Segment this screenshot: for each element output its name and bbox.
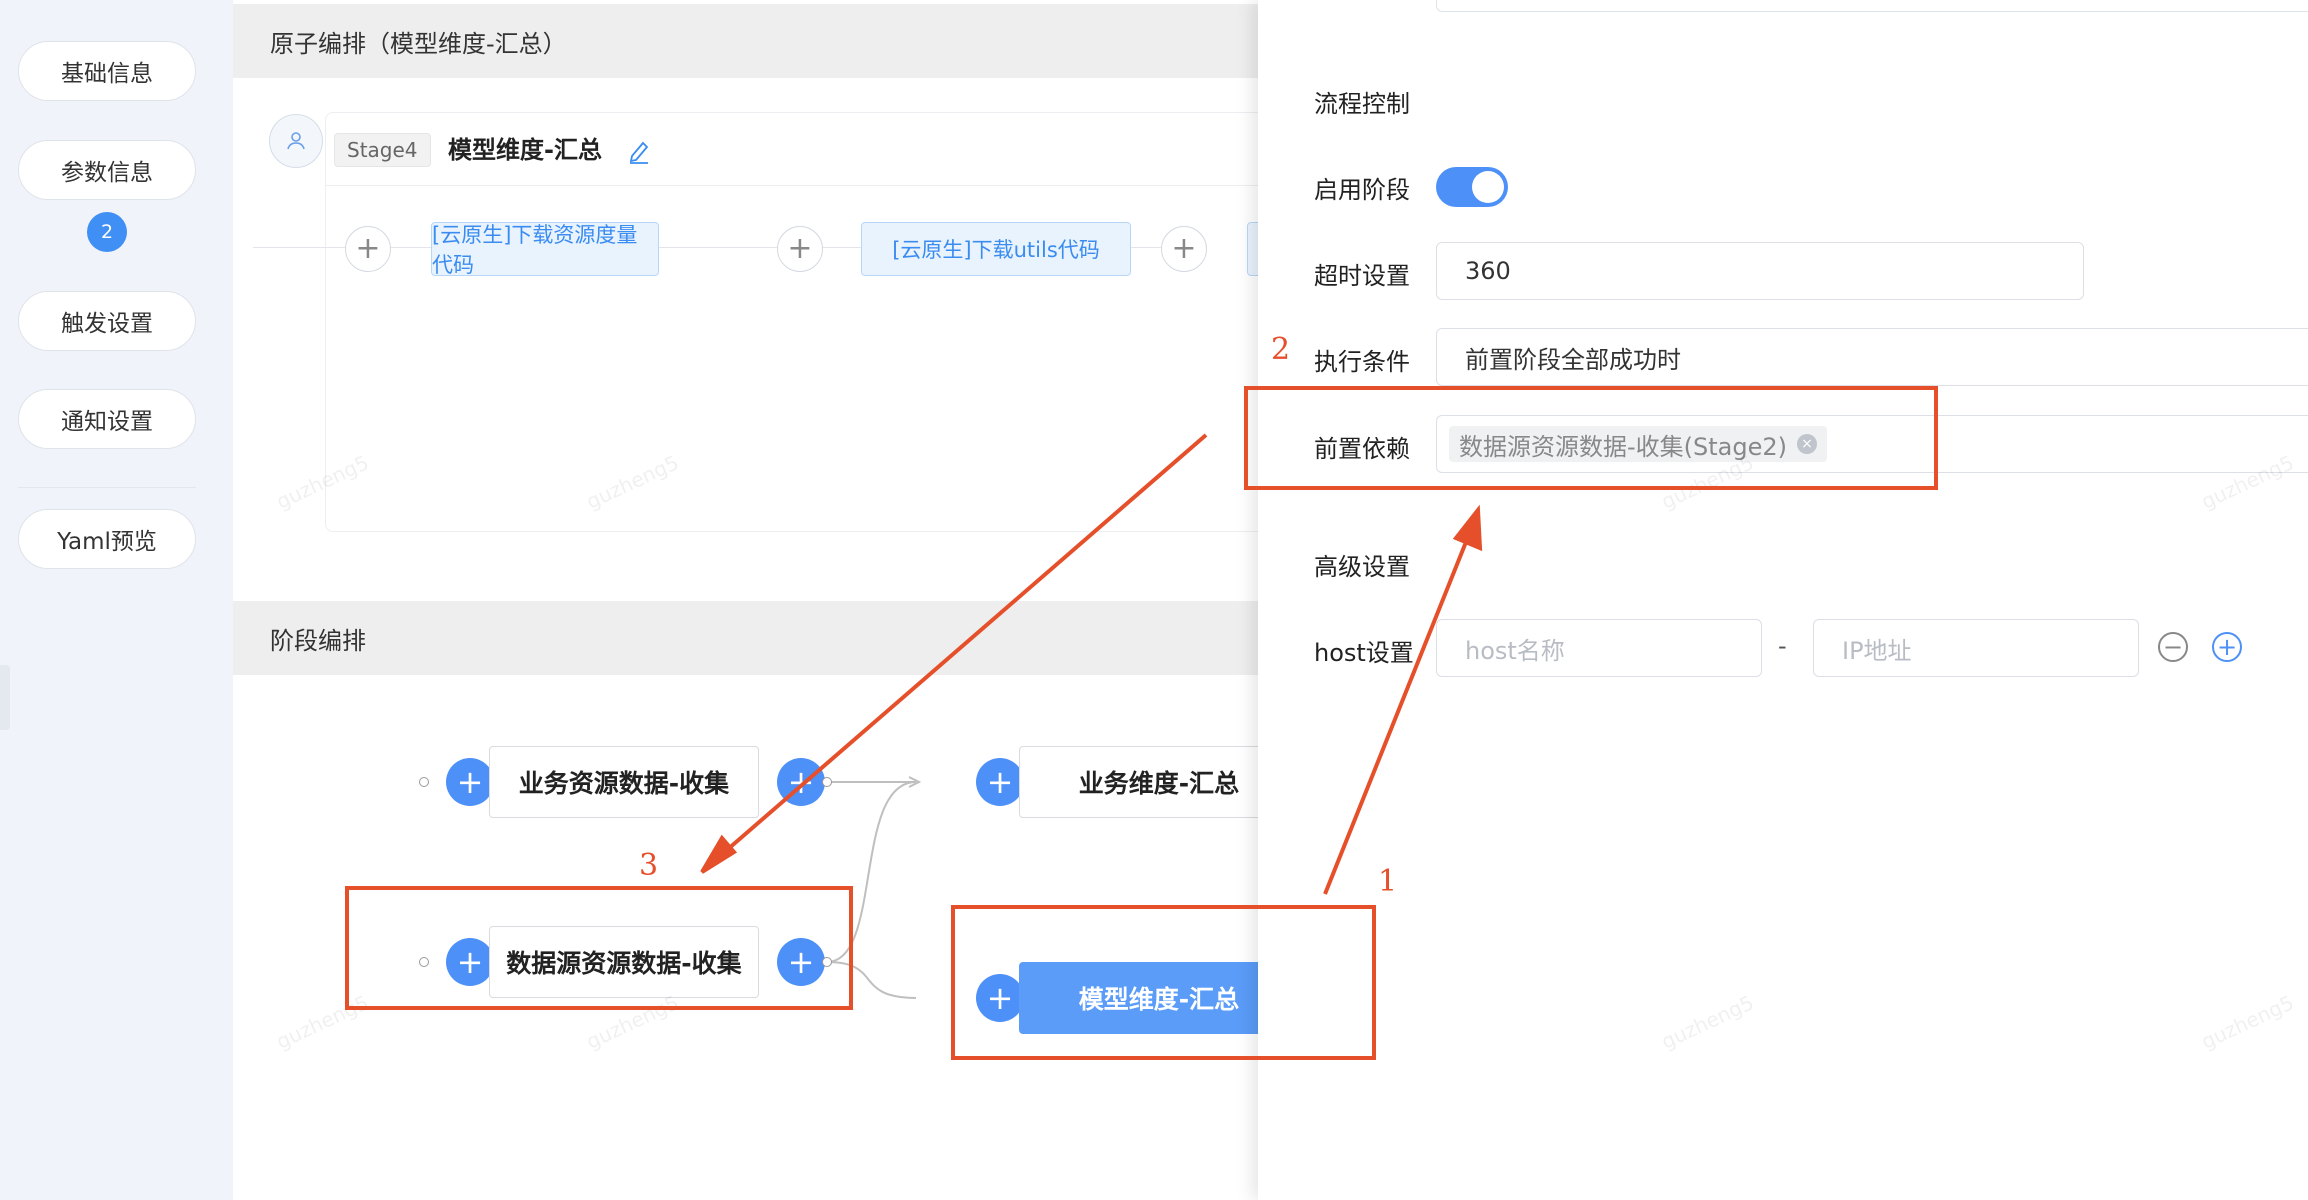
atom-section-header: 原子编排（模型维度-汇总）: [233, 4, 1258, 78]
stage-title: 模型维度-汇总: [448, 136, 602, 164]
connector-dot: [822, 777, 832, 787]
sidebar-item-params[interactable]: 参数信息: [18, 140, 196, 200]
annotation-number-3: 3: [639, 848, 659, 883]
stage-node[interactable]: 业务维度-汇总: [1019, 746, 1299, 818]
stage-settings-panel: 流程控制 启用阶段 超时设置 360 执行条件 前置阶段全部成功时 前置依赖 数…: [1258, 0, 2308, 1200]
sidebar-divider: [18, 487, 196, 488]
add-stage-before-button[interactable]: +: [446, 758, 494, 806]
timeout-label: 超时设置: [1314, 262, 1410, 290]
sidebar-item-trigger[interactable]: 触发设置: [18, 291, 196, 351]
host-name-placeholder: host名称: [1465, 636, 1565, 665]
enable-stage-toggle[interactable]: [1436, 167, 1508, 207]
sidebar-item-basic-info[interactable]: 基础信息: [18, 41, 196, 101]
host-label: host设置: [1314, 639, 1414, 667]
sidebar-item-label: Yaml预览: [57, 529, 157, 555]
annotation-box-3: [345, 886, 853, 1010]
atom-chip-label: [云原生]下载资源度量代码: [432, 223, 638, 277]
sidebar-item-label: 参数信息: [61, 160, 153, 186]
sidebar-item-label: 通知设置: [61, 409, 153, 435]
atom-chip-label: [云原生]下载utils代码: [892, 238, 1100, 262]
atom-chip[interactable]: [云原生]下载资源度量代码: [431, 222, 659, 277]
advanced-heading: 高级设置: [1314, 553, 1410, 581]
user-icon: [269, 114, 323, 168]
sidebar-item-label: 基础信息: [61, 61, 153, 87]
stage-card: Stage4 模型维度-汇总: [325, 112, 1265, 532]
ip-address-input[interactable]: IP地址: [1813, 619, 2139, 677]
annotation-box-1: [951, 905, 1376, 1060]
stage-tag: Stage4: [334, 133, 431, 167]
timeout-value: 360: [1465, 257, 1511, 285]
atom-chip[interactable]: [云原生]下载utils代码: [861, 222, 1131, 276]
add-atom-button[interactable]: +: [345, 226, 391, 272]
host-separator: -: [1778, 632, 1787, 660]
sidebar-item-label: 触发设置: [61, 311, 153, 337]
add-atom-button[interactable]: +: [777, 226, 823, 272]
timeout-input[interactable]: 360: [1436, 242, 2084, 300]
add-stage-before-button[interactable]: +: [976, 758, 1024, 806]
annotation-number-1: 1: [1378, 864, 1398, 899]
stage-section-title: 阶段编排: [270, 626, 366, 655]
stage-node-label: 业务维度-汇总: [1078, 769, 1240, 798]
stage-section-header: 阶段编排: [233, 601, 1258, 675]
flow-control-heading: 流程控制: [1314, 90, 1410, 118]
watermark: guzheng5: [1657, 990, 1758, 1054]
watermark: guzheng5: [2197, 990, 2298, 1054]
sidebar: 基础信息 参数信息 2 触发设置 通知设置 Yaml预览: [0, 0, 233, 1200]
connector-dot: [419, 777, 429, 787]
sidebar-collapse-handle[interactable]: [0, 665, 10, 730]
condition-value: 前置阶段全部成功时: [1465, 345, 1681, 374]
sidebar-item-notify[interactable]: 通知设置: [18, 389, 196, 449]
edit-icon[interactable]: [626, 137, 652, 165]
atom-section-title: 原子编排（模型维度-汇总）: [270, 29, 567, 58]
add-atom-button[interactable]: +: [1161, 226, 1207, 272]
stage-node-label: 业务资源数据-收集: [518, 769, 730, 798]
condition-label: 执行条件: [1314, 348, 1410, 376]
stage-card-header: Stage4 模型维度-汇总: [326, 113, 1264, 186]
annotation-number-2: 2: [1271, 332, 1291, 367]
condition-select[interactable]: 前置阶段全部成功时: [1436, 328, 2308, 386]
panel-top-field[interactable]: [1436, 0, 2308, 12]
ip-address-placeholder: IP地址: [1842, 636, 1912, 665]
stage-node[interactable]: 业务资源数据-收集: [489, 746, 759, 818]
add-stage-after-button[interactable]: +: [777, 758, 825, 806]
params-count-badge: 2: [87, 212, 127, 252]
add-host-icon[interactable]: +: [2212, 632, 2242, 662]
remove-host-icon[interactable]: −: [2158, 632, 2188, 662]
enable-stage-label: 启用阶段: [1314, 176, 1410, 204]
annotation-box-2: [1244, 386, 1938, 490]
sidebar-item-yaml-preview[interactable]: Yaml预览: [18, 509, 196, 569]
host-name-input[interactable]: host名称: [1436, 619, 1762, 677]
toggle-knob: [1472, 171, 1504, 203]
